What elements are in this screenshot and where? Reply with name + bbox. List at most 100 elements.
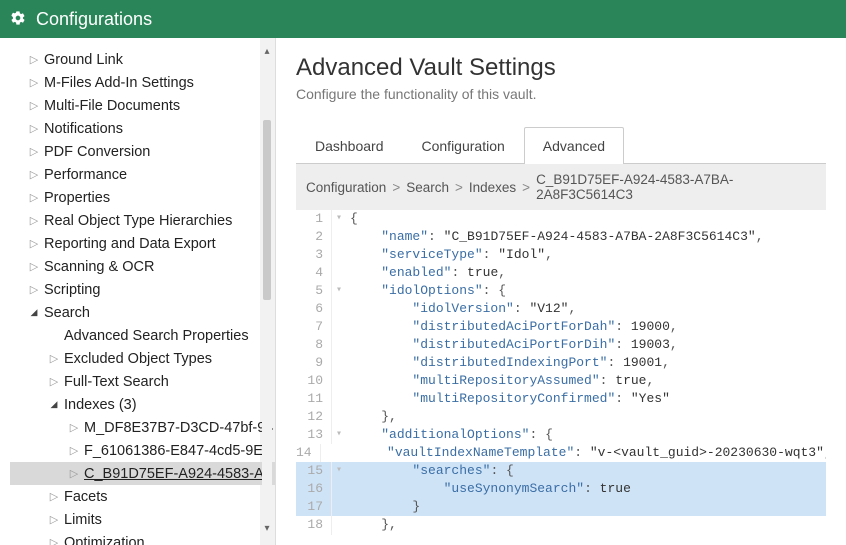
- breadcrumb-item[interactable]: C_B91D75EF-A924-4583-A7BA-2A8F3C5614C3: [536, 172, 816, 202]
- breadcrumb-item[interactable]: Configuration: [306, 180, 386, 195]
- line-number: 4: [296, 264, 332, 282]
- chevron-right-icon[interactable]: ▷: [26, 99, 42, 112]
- editor-line[interactable]: 1▾{: [296, 210, 826, 228]
- tree-item[interactable]: ▷M_DF8E37B7-D3CD-47bf-94: [10, 416, 275, 439]
- tree-item[interactable]: ▷C_B91D75EF-A924-4583-A7: [10, 462, 275, 485]
- chevron-down-icon[interactable]: ◢: [46, 399, 62, 410]
- editor-line[interactable]: 2 "name": "C_B91D75EF-A924-4583-A7BA-2A8…: [296, 228, 826, 246]
- tree-item-label: Scripting: [44, 282, 100, 298]
- tree-item[interactable]: ▷Limits: [10, 508, 275, 531]
- editor-line[interactable]: 3 "serviceType": "Idol",: [296, 246, 826, 264]
- editor-line[interactable]: 16 "useSynonymSearch": true: [296, 480, 826, 498]
- chevron-right-icon[interactable]: ▷: [46, 513, 62, 526]
- editor-line[interactable]: 13▾ "additionalOptions": {: [296, 426, 826, 444]
- tree-item[interactable]: ▷Ground Link: [10, 48, 275, 71]
- tree-item[interactable]: ▷Excluded Object Types: [10, 347, 275, 370]
- chevron-right-icon[interactable]: ▷: [46, 536, 62, 545]
- chevron-right-icon[interactable]: ▷: [26, 191, 42, 204]
- tree-item-label: M_DF8E37B7-D3CD-47bf-94: [84, 420, 273, 436]
- tree-item[interactable]: ◢Search: [10, 301, 275, 324]
- editor-line[interactable]: 10 "multiRepositoryAssumed": true,: [296, 372, 826, 390]
- code-text: "additionalOptions": {: [346, 426, 826, 444]
- chevron-right-icon[interactable]: ▷: [26, 283, 42, 296]
- editor-line[interactable]: 19 "configurationType": "shared",: [296, 534, 826, 535]
- chevron-right-icon[interactable]: ▷: [26, 260, 42, 273]
- editor-line[interactable]: 9 "distributedIndexingPort": 19001,: [296, 354, 826, 372]
- tree-item[interactable]: ▷Scanning & OCR: [10, 255, 275, 278]
- tab-dashboard[interactable]: Dashboard: [296, 127, 403, 164]
- sidebar-scrollbar[interactable]: ▴ ▾: [261, 46, 273, 537]
- editor-line[interactable]: 4 "enabled": true,: [296, 264, 826, 282]
- fold-icon[interactable]: ▾: [332, 210, 346, 228]
- tree-item-label: Properties: [44, 190, 110, 206]
- line-number: 15: [296, 462, 332, 480]
- tab-advanced[interactable]: Advanced: [524, 127, 624, 164]
- editor-line[interactable]: 12 },: [296, 408, 826, 426]
- tree-item-label: Multi-File Documents: [44, 98, 180, 114]
- breadcrumb-item[interactable]: Indexes: [469, 180, 516, 195]
- code-text: "multiRepositoryConfirmed": "Yes": [346, 390, 826, 408]
- fold-icon[interactable]: ▾: [332, 462, 346, 480]
- chevron-right-icon: >: [522, 180, 530, 195]
- editor-line[interactable]: 7 "distributedAciPortForDah": 19000,: [296, 318, 826, 336]
- tree-item-label: Indexes (3): [64, 397, 137, 413]
- tree-item-label: F_61061386-E847-4cd5-9E0: [84, 443, 271, 459]
- chevron-right-icon[interactable]: ▷: [46, 375, 62, 388]
- chevron-right-icon[interactable]: ▷: [66, 444, 82, 457]
- chevron-down-icon[interactable]: ◢: [26, 307, 42, 318]
- tree-item-label: Limits: [64, 512, 102, 528]
- editor-line[interactable]: 11 "multiRepositoryConfirmed": "Yes": [296, 390, 826, 408]
- tab-bar: DashboardConfigurationAdvanced: [296, 126, 826, 164]
- tree-item[interactable]: ▷Full-Text Search: [10, 370, 275, 393]
- tree-item-label: Search: [44, 305, 90, 321]
- fold-icon[interactable]: ▾: [332, 282, 346, 300]
- chevron-right-icon[interactable]: ▷: [46, 490, 62, 503]
- scroll-track[interactable]: [262, 60, 272, 523]
- editor-line[interactable]: 14 "vaultIndexNameTemplate": "v-<vault_g…: [296, 444, 826, 462]
- line-number: 5: [296, 282, 332, 300]
- tree-item[interactable]: ▷Reporting and Data Export: [10, 232, 275, 255]
- fold-icon[interactable]: ▾: [332, 426, 346, 444]
- editor-line[interactable]: 17 }: [296, 498, 826, 516]
- editor-line[interactable]: 6 "idolVersion": "V12",: [296, 300, 826, 318]
- scroll-up-icon[interactable]: ▴: [264, 46, 269, 60]
- chevron-right-icon[interactable]: ▷: [26, 53, 42, 66]
- fold-icon: [332, 354, 346, 372]
- tree-item-label: Ground Link: [44, 52, 123, 68]
- tree-item[interactable]: Advanced Search Properties: [10, 324, 275, 347]
- tree-item[interactable]: ▷Optimization: [10, 531, 275, 545]
- editor-line[interactable]: 15▾ "searches": {: [296, 462, 826, 480]
- chevron-right-icon[interactable]: ▷: [26, 122, 42, 135]
- tree-item[interactable]: ▷Properties: [10, 186, 275, 209]
- tree-item[interactable]: ▷F_61061386-E847-4cd5-9E0: [10, 439, 275, 462]
- tree-item[interactable]: ▷Facets: [10, 485, 275, 508]
- code-text: "serviceType": "Idol",: [346, 246, 826, 264]
- tree-item[interactable]: ▷PDF Conversion: [10, 140, 275, 163]
- chevron-right-icon[interactable]: ▷: [46, 352, 62, 365]
- breadcrumb-item[interactable]: Search: [406, 180, 449, 195]
- tree-item[interactable]: ▷Multi-File Documents: [10, 94, 275, 117]
- json-editor[interactable]: 1▾{2 "name": "C_B91D75EF-A924-4583-A7BA-…: [296, 210, 826, 535]
- chevron-right-icon[interactable]: ▷: [26, 145, 42, 158]
- tree-item[interactable]: ◢Indexes (3): [10, 393, 275, 416]
- tree-item[interactable]: ▷Performance: [10, 163, 275, 186]
- chevron-right-icon[interactable]: ▷: [26, 76, 42, 89]
- scroll-thumb[interactable]: [263, 120, 271, 300]
- tree-item[interactable]: ▷Real Object Type Hierarchies: [10, 209, 275, 232]
- code-text: "vaultIndexNameTemplate": "v-<vault_guid…: [321, 444, 826, 462]
- tree-item[interactable]: ▷Scripting: [10, 278, 275, 301]
- scroll-down-icon[interactable]: ▾: [264, 523, 269, 537]
- tree-item[interactable]: ▷M-Files Add-In Settings: [10, 71, 275, 94]
- editor-line[interactable]: 18 },: [296, 516, 826, 534]
- line-number: 7: [296, 318, 332, 336]
- code-text: }: [346, 498, 826, 516]
- chevron-right-icon[interactable]: ▷: [66, 467, 82, 480]
- chevron-right-icon[interactable]: ▷: [26, 237, 42, 250]
- tree-item[interactable]: ▷Notifications: [10, 117, 275, 140]
- chevron-right-icon[interactable]: ▷: [66, 421, 82, 434]
- editor-line[interactable]: 5▾ "idolOptions": {: [296, 282, 826, 300]
- chevron-right-icon[interactable]: ▷: [26, 168, 42, 181]
- tab-configuration[interactable]: Configuration: [403, 127, 524, 164]
- editor-line[interactable]: 8 "distributedAciPortForDih": 19003,: [296, 336, 826, 354]
- chevron-right-icon[interactable]: ▷: [26, 214, 42, 227]
